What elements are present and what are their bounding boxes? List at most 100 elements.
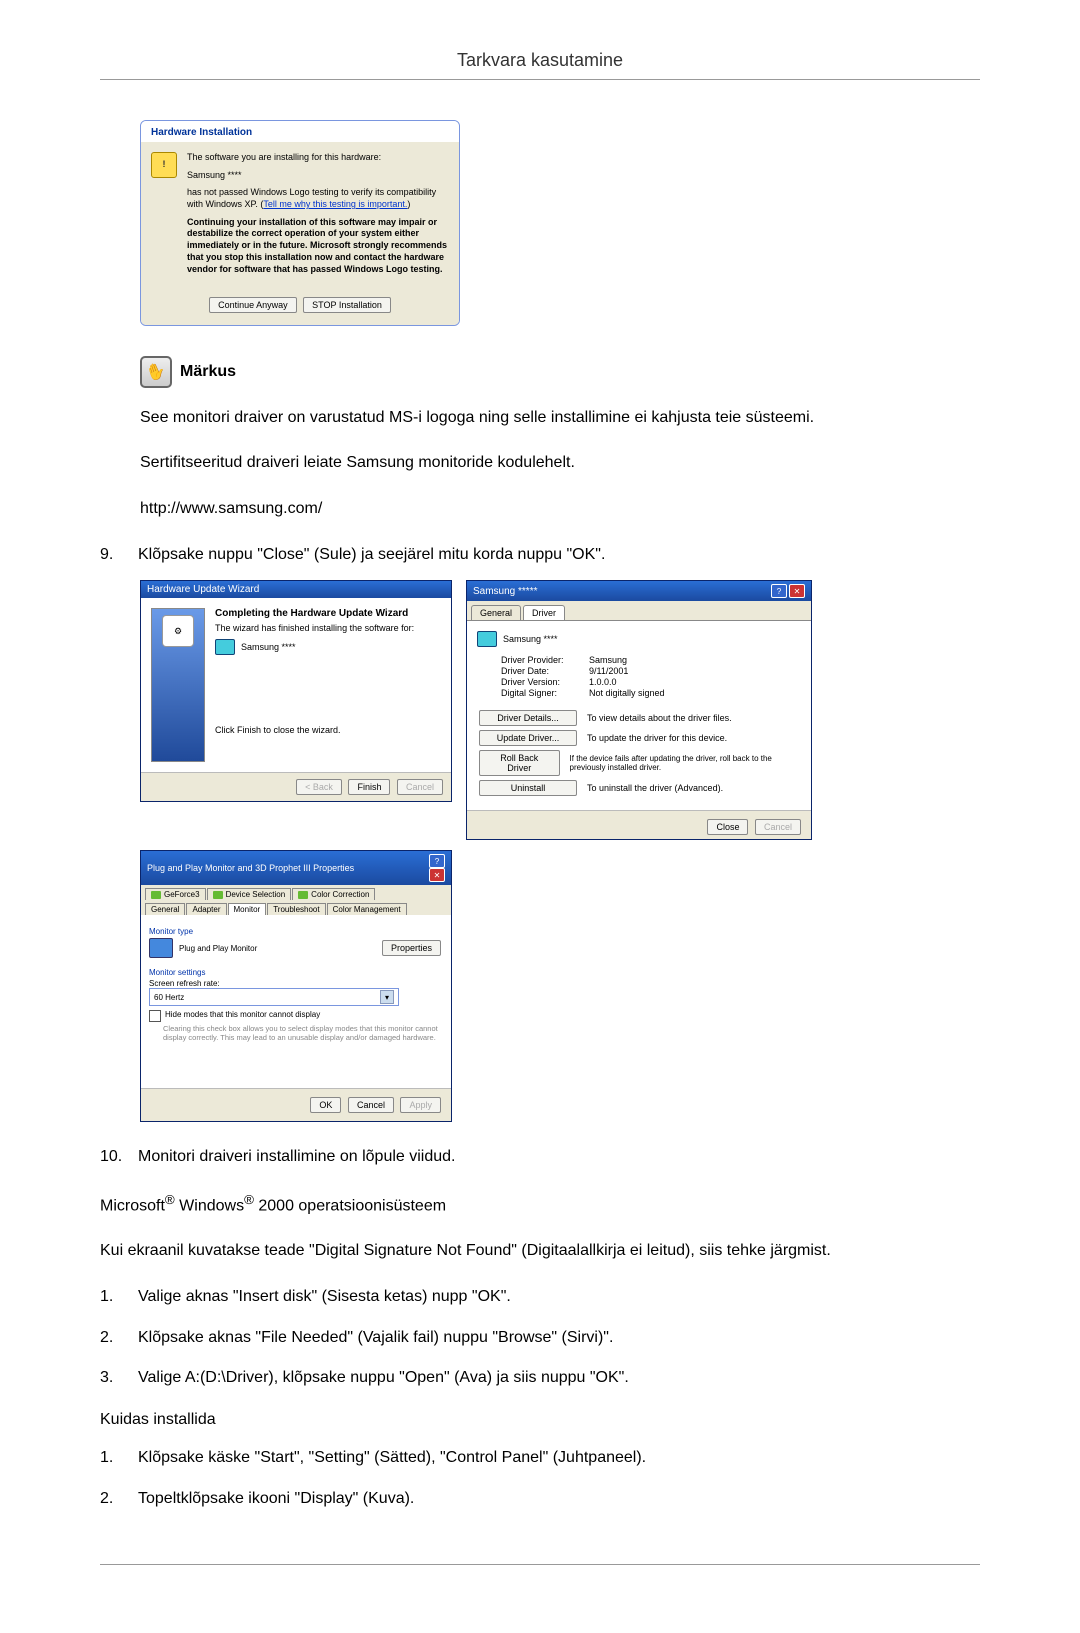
monitor-cancel-button[interactable]: Cancel <box>348 1097 394 1113</box>
hide-modes-label: Hide modes that this monitor cannot disp… <box>165 1010 320 1019</box>
monitor-icon <box>149 938 173 958</box>
wizard-main: Completing the Hardware Update Wizard Th… <box>215 608 414 762</box>
rollback-driver-button[interactable]: Roll Back Driver <box>479 750 560 776</box>
help-icon[interactable]: ? <box>429 854 445 868</box>
note-paragraph-2: Sertifitseeritud draiveri leiate Samsung… <box>140 449 980 476</box>
tab-geforce3[interactable]: GeForce3 <box>145 888 206 900</box>
monitor-ok-button[interactable]: OK <box>310 1097 341 1113</box>
window-buttons: ? ✕ <box>429 854 445 882</box>
list-b: 1.Klõpsake käske "Start", "Setting" (Sät… <box>100 1443 980 1514</box>
wizard-content: ⚙ Completing the Hardware Update Wizard … <box>141 598 451 772</box>
hardware-update-wizard-dialog: Hardware Update Wizard ⚙ Completing the … <box>140 580 452 802</box>
wizard-device-icon: ⚙ <box>162 615 194 647</box>
chevron-down-icon: ▾ <box>380 990 394 1004</box>
step-9-number: 9. <box>100 540 124 570</box>
driver-footer: Close Cancel <box>467 810 811 843</box>
date-label: Driver Date: <box>501 666 589 676</box>
tab-color-correction[interactable]: Color Correction <box>292 888 375 900</box>
driver-close-button[interactable]: Close <box>707 819 748 835</box>
nvidia-icon <box>151 891 161 899</box>
step-9-text: Klõpsake nuppu "Close" (Sule) ja seejäre… <box>138 540 605 570</box>
hw-line2b: ) <box>407 199 410 209</box>
step-9-item: 9. Klõpsake nuppu "Close" (Sule) ja seej… <box>100 540 980 570</box>
monitor-tabs-row-1: GeForce3 Device Selection Color Correcti… <box>141 885 451 900</box>
uninstall-driver-desc: To uninstall the driver (Advanced). <box>587 783 723 793</box>
os-line: Microsoft® Windows® 2000 operatsioonisüs… <box>100 1189 980 1220</box>
tab-color-management[interactable]: Color Management <box>327 903 407 915</box>
list-a-item-3: 3.Valige A:(D:\Driver), klõpsake nuppu "… <box>100 1363 980 1393</box>
hw-device: Samsung **** <box>187 170 449 182</box>
continue-anyway-button[interactable]: Continue Anyway <box>209 297 297 313</box>
wizard-and-driver-row: Hardware Update Wizard ⚙ Completing the … <box>140 580 980 840</box>
os-line-ms: Microsoft <box>100 1197 165 1214</box>
tab-colorcorr-label: Color Correction <box>311 890 369 899</box>
tab-adapter[interactable]: Adapter <box>186 903 226 915</box>
stop-installation-button[interactable]: STOP Installation <box>303 297 391 313</box>
note-icon: ✋ <box>140 356 172 388</box>
wizard-finish-hint: Click Finish to close the wizard. <box>215 725 414 735</box>
tab-device-selection[interactable]: Device Selection <box>207 888 292 900</box>
provider-label: Driver Provider: <box>501 655 589 665</box>
os-line-win: Windows <box>175 1197 244 1214</box>
monitor-icon <box>215 639 235 655</box>
wizard-finish-button[interactable]: Finish <box>348 779 390 795</box>
monitor-title-bar: Plug and Play Monitor and 3D Prophet III… <box>141 851 451 885</box>
help-icon[interactable]: ? <box>771 584 787 598</box>
list-a-item-1: 1. Valige aknas "Insert disk" (Sisesta ke… <box>100 1282 980 1312</box>
list-b-text-2: Topeltklõpsake ikooni "Display" (Kuva). <box>138 1484 414 1514</box>
monitor-icon <box>477 631 497 647</box>
tab-general[interactable]: General <box>145 903 185 915</box>
hw-line1: The software you are installing for this… <box>187 152 449 164</box>
tab-geforce3-label: GeForce3 <box>164 890 200 899</box>
list-a-text-3: Valige A:(D:\Driver), klõpsake nuppu "Op… <box>138 1363 629 1393</box>
driver-details-button[interactable]: Driver Details... <box>479 710 577 726</box>
refresh-rate-value: 60 Hertz <box>154 993 184 1002</box>
tab-devsel-label: Device Selection <box>226 890 286 899</box>
hide-modes-checkbox[interactable] <box>149 1010 161 1022</box>
tab-troubleshoot[interactable]: Troubleshoot <box>267 903 325 915</box>
logo-testing-link[interactable]: Tell me why this testing is important. <box>263 199 407 209</box>
monitor-type-row: Plug and Play Monitor Properties <box>149 938 443 958</box>
hide-modes-description: Clearing this check box allows you to se… <box>149 1024 443 1042</box>
list-a-num-2: 2. <box>100 1323 124 1353</box>
update-driver-button[interactable]: Update Driver... <box>479 730 577 746</box>
registered-mark-2: ® <box>244 1192 254 1207</box>
close-icon[interactable]: ✕ <box>429 868 445 882</box>
rollback-driver-desc: If the device fails after updating the d… <box>570 754 801 772</box>
warning-icon: ! <box>151 152 177 178</box>
tab-driver[interactable]: Driver <box>523 605 565 620</box>
dialog-text: The software you are installing for this… <box>187 152 449 281</box>
wizard-footer: < Back Finish Cancel <box>141 772 451 801</box>
refresh-rate-label: Screen refresh rate: <box>149 979 443 988</box>
version-label: Driver Version: <box>501 677 589 687</box>
list-b-num-1: 1. <box>100 1443 124 1473</box>
content-indent-2: Hardware Update Wizard ⚙ Completing the … <box>140 580 980 1122</box>
list-a: 1. Valige aknas "Insert disk" (Sisesta ke… <box>100 1282 980 1393</box>
list-a-text-1: Valige aknas "Insert disk" (Sisesta keta… <box>138 1282 511 1312</box>
date-value: 9/11/2001 <box>589 666 628 676</box>
note-paragraph-1: See monitori draiver on varustatud MS-i … <box>140 404 980 431</box>
step-9-list: 9. Klõpsake nuppu "Close" (Sule) ja seej… <box>100 540 980 570</box>
driver-tabs: General Driver <box>467 601 811 621</box>
monitor-apply-button: Apply <box>400 1097 441 1113</box>
close-icon[interactable]: ✕ <box>789 584 805 598</box>
dialog-title: Hardware Installation <box>141 121 459 142</box>
tab-monitor[interactable]: Monitor <box>228 903 267 915</box>
driver-details-desc: To view details about the driver files. <box>587 713 732 723</box>
step-10-text: Monitori draiveri installimine on lõpule… <box>138 1142 455 1172</box>
os-line-rest: 2000 operatsioonisüsteem <box>254 1197 446 1214</box>
document-page: Tarkvara kasutamine Hardware Installatio… <box>0 0 1080 1633</box>
list-a-text-2: Klõpsake aknas "File Needed" (Vajalik fa… <box>138 1323 613 1353</box>
wizard-side-graphic: ⚙ <box>151 608 205 762</box>
uninstall-driver-button[interactable]: Uninstall <box>479 780 577 796</box>
signer-value: Not digitally signed <box>589 688 665 698</box>
list-a-num-1: 1. <box>100 1282 124 1312</box>
monitor-properties-button[interactable]: Properties <box>382 940 441 956</box>
window-buttons: ? ✕ <box>771 584 805 598</box>
footer-divider <box>100 1564 980 1565</box>
refresh-rate-select[interactable]: 60 Hertz ▾ <box>149 988 399 1006</box>
tab-general[interactable]: General <box>471 605 521 620</box>
driver-device-name: Samsung **** <box>503 634 558 644</box>
signer-label: Digital Signer: <box>501 688 589 698</box>
how-to-install-heading: Kuidas installida <box>100 1411 980 1429</box>
